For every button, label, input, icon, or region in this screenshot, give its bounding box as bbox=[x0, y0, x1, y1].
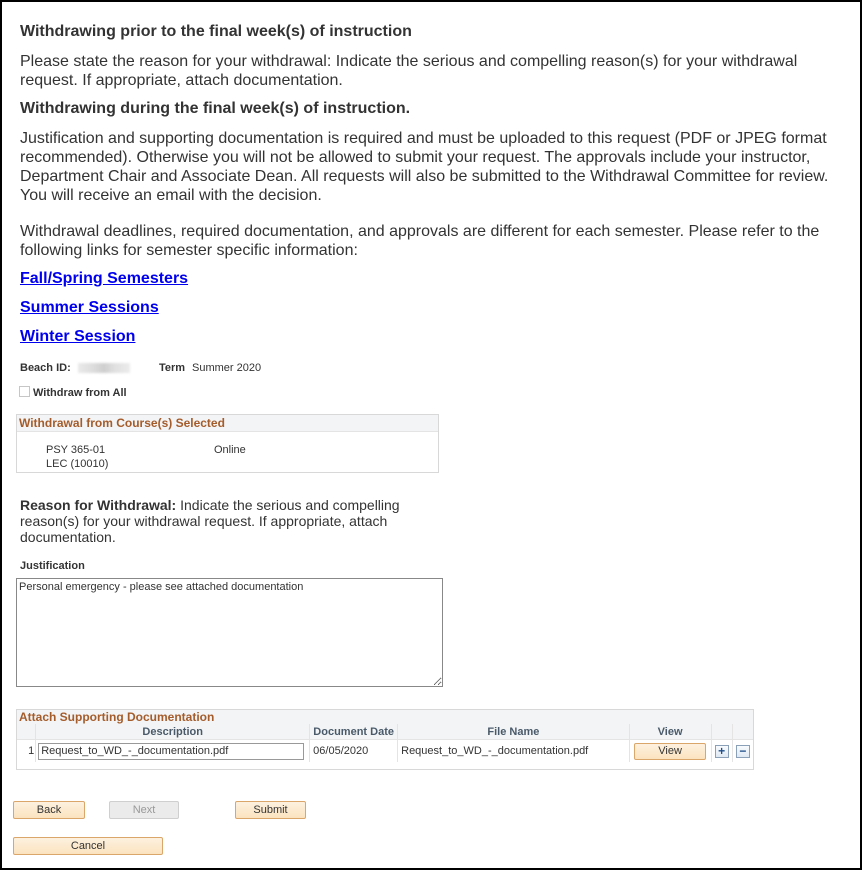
document-date: 06/05/2020 bbox=[309, 739, 398, 762]
view-attachment-button[interactable]: View bbox=[634, 742, 707, 760]
paragraph-deadlines: Withdrawal deadlines, required documenta… bbox=[20, 223, 820, 259]
description-cell bbox=[35, 739, 310, 762]
reason-label: Reason for Withdrawal: bbox=[20, 497, 177, 513]
col-delete bbox=[731, 724, 753, 740]
course-section: LEC (10010) bbox=[46, 458, 109, 470]
plus-icon[interactable]: + bbox=[714, 744, 729, 758]
course-code: PSY 365-01 bbox=[46, 444, 106, 456]
view-cell: View bbox=[628, 739, 712, 762]
col-index bbox=[17, 724, 36, 740]
file-name: Request_to_WD_-_documentation.pdf bbox=[397, 739, 630, 762]
link-fall-spring-semesters[interactable]: Fall/Spring Semesters bbox=[20, 270, 188, 288]
attachments-table: Description Document Date File Name View… bbox=[17, 724, 753, 762]
link-summer-sessions[interactable]: Summer Sessions bbox=[20, 299, 159, 317]
beach-id-label: Beach ID: bbox=[20, 362, 71, 374]
heading-prior-final-week: Withdrawing prior to the final week(s) o… bbox=[20, 23, 412, 40]
heading-during-final-week: Withdrawing during the final week(s) of … bbox=[20, 100, 411, 117]
reason-for-withdrawal: Reason for Withdrawal: Indicate the seri… bbox=[20, 497, 430, 545]
term-label: Term bbox=[159, 362, 186, 374]
courses-selected-groupbox: Withdrawal from Course(s) Selected PSY 3… bbox=[16, 414, 439, 473]
link-winter-session[interactable]: Winter Session bbox=[20, 328, 135, 346]
add-cell: + bbox=[710, 739, 733, 762]
beach-id-value-redacted bbox=[78, 363, 130, 373]
attachments-header-row: Description Document Date File Name View bbox=[17, 724, 753, 740]
justification-label: Justification bbox=[20, 560, 85, 572]
description-input[interactable] bbox=[38, 742, 305, 760]
next-button[interactable]: Next bbox=[109, 801, 179, 819]
attachments-grid: Attach Supporting Documentation Descript… bbox=[16, 709, 754, 770]
minus-icon[interactable]: − bbox=[735, 744, 750, 758]
courses-selected-title: Withdrawal from Course(s) Selected bbox=[17, 415, 438, 432]
col-file-name: File Name bbox=[397, 724, 630, 740]
course-mode: Online bbox=[214, 444, 246, 456]
attachments-title: Attach Supporting Documentation bbox=[17, 710, 753, 724]
row-index: 1 bbox=[17, 739, 36, 762]
col-view: View bbox=[628, 724, 712, 740]
col-add bbox=[710, 724, 733, 740]
cancel-button[interactable]: Cancel bbox=[13, 837, 163, 855]
submit-button[interactable]: Submit bbox=[235, 801, 306, 819]
term-value: Summer 2020 bbox=[192, 362, 262, 374]
withdraw-from-all-label: Withdraw from All bbox=[33, 387, 127, 399]
withdraw-from-all-checkbox[interactable] bbox=[19, 386, 30, 397]
paragraph-during-final-week: Justification and supporting documentati… bbox=[20, 130, 829, 204]
justification-textarea[interactable]: Personal emergency - please see attached… bbox=[16, 578, 443, 687]
back-button[interactable]: Back bbox=[13, 801, 85, 819]
attachment-row: 1 06/05/2020 Request_to_WD_-_documentati… bbox=[17, 739, 753, 762]
delete-cell: − bbox=[731, 739, 753, 762]
paragraph-prior-final-week: Please state the reason for your withdra… bbox=[20, 53, 798, 89]
col-document-date: Document Date bbox=[309, 724, 398, 740]
col-description: Description bbox=[35, 724, 310, 740]
